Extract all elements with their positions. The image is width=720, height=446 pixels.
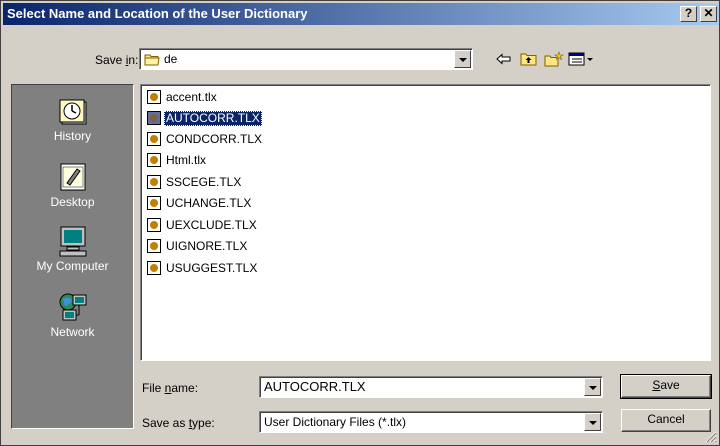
dictionary-file-icon: [147, 153, 161, 167]
file-name: Html.tlx: [166, 152, 206, 167]
file-name: CONDCORR.TLX: [166, 131, 263, 146]
up-one-level-icon[interactable]: [518, 49, 540, 69]
places-item-my-computer[interactable]: My Computer: [12, 225, 133, 273]
file-name: AUTOCORR.TLX: [164, 110, 262, 126]
save-as-type-value: User Dictionary Files (*.tlx): [264, 415, 407, 429]
file-item[interactable]: CONDCORR.TLX: [147, 131, 264, 147]
save-button[interactable]: Save: [620, 374, 712, 399]
file-name: USUGGEST.TLX: [166, 260, 258, 275]
save-as-type-label: Save as type:: [142, 416, 215, 430]
dictionary-file-icon: [147, 218, 161, 232]
places-item-history[interactable]: History: [12, 95, 133, 143]
file-name-label-post: ame:: [171, 381, 199, 395]
places-label-my-computer: My Computer: [36, 259, 109, 273]
dictionary-file-icon: [147, 111, 161, 125]
resize-grip-icon[interactable]: [705, 431, 717, 443]
file-item[interactable]: UEXCLUDE.TLX: [147, 217, 259, 233]
file-name: UEXCLUDE.TLX: [166, 217, 257, 232]
save-as-type-dropdown-arrow[interactable]: [584, 413, 601, 431]
places-item-network[interactable]: Network: [12, 291, 133, 339]
file-item[interactable]: Html.tlx: [147, 152, 208, 168]
save-in-label-pre: Save: [95, 53, 126, 67]
save-dialog: Select Name and Location of the User Dic…: [0, 0, 720, 446]
my-computer-icon: [57, 225, 89, 257]
save-button-label: ave: [660, 378, 680, 392]
dictionary-file-icon: [147, 261, 161, 275]
history-icon: [57, 95, 89, 127]
places-label-desktop: Desktop: [50, 195, 95, 209]
file-name-value: AUTOCORR.TLX: [264, 379, 366, 394]
file-item[interactable]: accent.tlx: [147, 89, 219, 105]
views-menu-icon[interactable]: [567, 49, 595, 69]
dictionary-file-icon: [147, 175, 161, 189]
file-name-dropdown-arrow[interactable]: [584, 378, 601, 396]
file-name-input[interactable]: AUTOCORR.TLX: [259, 376, 603, 398]
dictionary-file-icon: [147, 132, 161, 146]
places-label-history: History: [53, 129, 92, 143]
file-name: UIGNORE.TLX: [166, 238, 248, 253]
places-item-desktop[interactable]: Desktop: [12, 161, 133, 209]
file-name: SSCEGE.TLX: [166, 174, 242, 189]
window-title: Select Name and Location of the User Dic…: [7, 6, 308, 21]
save-in-dropdown-arrow[interactable]: [454, 50, 471, 68]
desktop-icon: [57, 161, 89, 193]
places-label-network: Network: [50, 325, 95, 339]
file-item[interactable]: USUGGEST.TLX: [147, 260, 259, 276]
file-name-label: File name:: [142, 381, 198, 395]
file-item[interactable]: UCHANGE.TLX: [147, 195, 253, 211]
dictionary-file-icon: [147, 90, 161, 104]
file-name: accent.tlx: [166, 89, 217, 104]
dictionary-file-icon: [147, 239, 161, 253]
dictionary-file-icon: [147, 196, 161, 210]
save-as-type-dropdown[interactable]: User Dictionary Files (*.tlx): [259, 411, 603, 433]
save-in-label-post: n:: [128, 53, 139, 67]
save-in-label: Save in:: [95, 53, 138, 67]
create-new-folder-icon[interactable]: [543, 49, 565, 69]
cancel-button[interactable]: Cancel: [621, 409, 711, 432]
folder-icon: [144, 54, 160, 66]
file-item[interactable]: SSCEGE.TLX: [147, 174, 243, 190]
save-in-dropdown[interactable]: de: [139, 48, 473, 70]
back-icon[interactable]: [493, 49, 515, 69]
file-list[interactable]: accent.tlx AUTOCORR.TLX CONDCORR.TLX Htm…: [140, 84, 711, 361]
save-as-type-label-pre: Save as: [142, 416, 189, 430]
file-item-selected[interactable]: AUTOCORR.TLX: [147, 110, 262, 126]
file-name: UCHANGE.TLX: [166, 195, 252, 210]
help-button[interactable]: ?: [680, 6, 697, 22]
places-bar: History Desktop My Computer Network: [11, 84, 134, 429]
file-item[interactable]: UIGNORE.TLX: [147, 238, 249, 254]
save-as-type-label-post: ype:: [192, 416, 215, 430]
network-icon: [57, 291, 89, 323]
save-in-value: de: [164, 52, 178, 66]
title-bar[interactable]: Select Name and Location of the User Dic…: [3, 3, 719, 25]
close-button[interactable]: ✕: [700, 6, 717, 22]
file-name-label-pre: File: [142, 381, 165, 395]
